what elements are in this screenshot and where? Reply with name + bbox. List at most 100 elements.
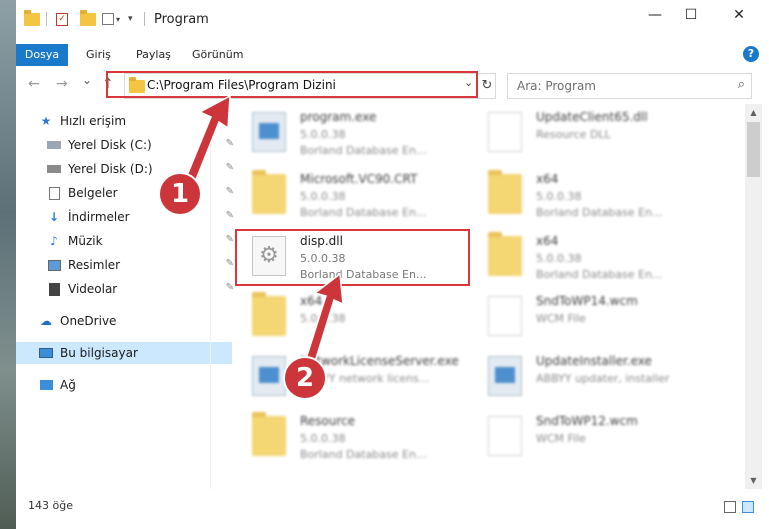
quick-access-dropdown-icon[interactable]: ▾ (128, 10, 133, 28)
close-button[interactable]: ✕ (716, 0, 762, 30)
scroll-up-icon[interactable]: ▲ (745, 104, 762, 121)
help-icon[interactable]: ? (743, 46, 759, 62)
network-icon (38, 378, 54, 392)
sidebar-item-label: Belgeler (68, 186, 118, 200)
back-button[interactable]: ← (28, 76, 40, 92)
star-icon: ★ (40, 114, 52, 128)
file-description: Borland Database En... (300, 448, 427, 461)
exe-file-icon (252, 356, 286, 396)
file-name: x64 (536, 172, 559, 186)
file-item[interactable]: program.exe 5.0.0.38 Borland Database En… (244, 104, 474, 160)
file-item[interactable]: x64 5.0.0.38 Borland Database En... (480, 228, 710, 284)
file-name: UpdateClient65.dll (536, 110, 648, 124)
file-list: program.exe 5.0.0.38 Borland Database En… (224, 104, 744, 489)
document-file-icon (488, 416, 522, 456)
refresh-icon[interactable]: ↻ (477, 74, 496, 98)
sidebar-item-documents[interactable]: Belgeler ✎ (16, 182, 240, 204)
sidebar-item-this-pc[interactable]: Bu bilgisayar (16, 342, 232, 364)
new-folder-icon[interactable] (80, 9, 96, 28)
exe-file-icon (488, 356, 522, 396)
sidebar-item-label: Ağ (60, 378, 76, 392)
sidebar-item-drive-c[interactable]: Yerel Disk (C:) ✎ (16, 134, 240, 156)
details-view-icon[interactable] (724, 501, 736, 513)
file-item[interactable]: Microsoft.VC90.CRT 5.0.0.38 Borland Data… (244, 166, 474, 222)
file-item[interactable]: NetworkLicenseServer.exe ABBYY network l… (244, 348, 474, 404)
sidebar-item-label: OneDrive (60, 314, 117, 328)
file-version: WCM File (536, 312, 586, 325)
file-item[interactable]: x64 5.0.0.38 (244, 288, 474, 344)
recent-locations-button[interactable]: ⌄ (82, 73, 92, 87)
file-item[interactable]: x64 5.0.0.38 Borland Database En... (480, 166, 710, 222)
desktop-background (0, 0, 16, 529)
file-version: ABBYY updater, installer (536, 372, 670, 385)
sidebar-item-network[interactable]: Ağ (16, 374, 232, 396)
sidebar-item-onedrive[interactable]: ☁ OneDrive (16, 310, 232, 332)
callout-2: 2 (283, 356, 327, 400)
address-highlight-box (106, 71, 478, 98)
file-version: 5.0.0.38 (300, 128, 346, 141)
item-count: 143 öğe (28, 499, 73, 512)
search-input[interactable]: Ara: Program ⌕ (507, 73, 752, 99)
scroll-down-icon[interactable]: ▼ (745, 472, 762, 489)
properties-icon[interactable]: ✓ (56, 10, 68, 28)
window-title: Program (154, 12, 209, 27)
file-item[interactable]: UpdateClient65.dll Resource DLL (480, 104, 710, 160)
file-description: Borland Database En... (300, 144, 427, 157)
tab-share[interactable]: Paylaş (136, 44, 171, 66)
pane-divider[interactable] (210, 104, 211, 489)
file-version: 5.0.0.38 (536, 252, 582, 265)
sidebar-item-label: Resimler (68, 258, 121, 272)
sidebar-item-label: İndirmeler (68, 210, 130, 224)
folder-icon (252, 412, 286, 456)
sidebar-item-quick-access[interactable]: ★ Hızlı erişim (16, 110, 232, 132)
file-version: 5.0.0.38 (300, 432, 346, 445)
vertical-scrollbar[interactable]: ▲ ▼ (745, 104, 762, 489)
folder-icon (252, 292, 286, 336)
folder-icon (488, 232, 522, 276)
cloud-icon: ☁ (40, 314, 52, 328)
sidebar-item-videos[interactable]: Videolar ✎ (16, 278, 240, 300)
file-item[interactable]: SndToWP12.wcm WCM File (480, 408, 710, 464)
file-name: UpdateInstaller.exe (536, 354, 652, 368)
file-item[interactable]: UpdateInstaller.exe ABBYY updater, insta… (480, 348, 710, 404)
title-bar: ✓ ▾ ▾ Program — ☐ ✕ (16, 0, 769, 40)
tab-home[interactable]: Giriş (86, 44, 111, 66)
pictures-icon (46, 258, 62, 272)
ribbon-tabs: Dosya Giriş Paylaş Görünüm ? (16, 44, 769, 66)
file-description: Borland Database En... (536, 268, 663, 281)
status-bar: 143 öğe (16, 491, 769, 529)
file-name: x64 (300, 294, 323, 308)
scroll-thumb[interactable] (747, 122, 760, 177)
file-version: WCM File (536, 432, 586, 445)
sidebar-item-drive-d[interactable]: Yerel Disk (D:) ✎ (16, 158, 240, 180)
document-file-icon (488, 112, 522, 152)
sidebar-item-label: Bu bilgisayar (60, 346, 138, 360)
folder-icon (252, 170, 286, 214)
tab-view[interactable]: Görünüm (192, 44, 243, 66)
separator (46, 10, 47, 28)
file-name: x64 (536, 234, 559, 248)
maximize-button[interactable]: ☐ (668, 0, 714, 30)
file-name: SndToWP14.wcm (536, 294, 638, 308)
file-name: Microsoft.VC90.CRT (300, 172, 418, 186)
folder-icon (488, 170, 522, 214)
search-placeholder: Ara: Program (517, 79, 596, 93)
sidebar-item-downloads[interactable]: ↓ İndirmeler ✎ (16, 206, 240, 228)
computer-icon (38, 346, 54, 360)
documents-icon (46, 186, 62, 200)
sidebar-item-music[interactable]: ♪ Müzik ✎ (16, 230, 240, 252)
forward-button[interactable]: → (56, 76, 68, 92)
music-icon: ♪ (50, 234, 58, 248)
download-icon: ↓ (48, 210, 60, 224)
file-item[interactable]: SndToWP14.wcm WCM File (480, 288, 710, 344)
search-icon[interactable]: ⌕ (738, 77, 745, 92)
separator (144, 10, 145, 28)
file-name: Resource (300, 414, 356, 428)
file-version: 5.0.0.38 (536, 190, 582, 203)
document-file-icon (488, 296, 522, 336)
file-item[interactable]: Resource 5.0.0.38 Borland Database En... (244, 408, 474, 464)
tab-file[interactable]: Dosya (16, 44, 68, 66)
sidebar-item-pictures[interactable]: Resimler ✎ (16, 254, 240, 276)
tiles-view-icon[interactable] (742, 501, 754, 513)
customize-icon[interactable]: ▾ (102, 10, 120, 28)
